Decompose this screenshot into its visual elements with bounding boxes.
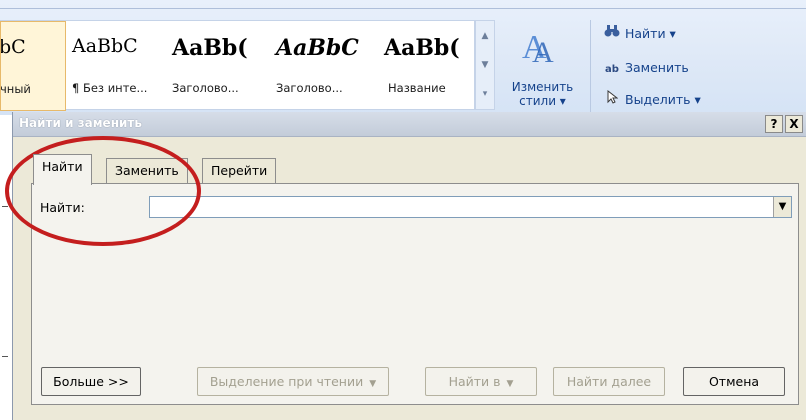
ribbon-select-button[interactable]: Выделить ▾ — [603, 89, 701, 110]
tab-find-label: Найти — [42, 159, 83, 174]
style-heading-2[interactable]: AaBbC Заголово... — [272, 21, 372, 111]
style-title[interactable]: AaBb( Название — [376, 21, 474, 111]
find-in-label: Найти в — [448, 374, 501, 389]
change-styles-icon: A A — [522, 29, 554, 66]
change-styles-label: Изменить стили ▾ — [500, 80, 585, 108]
gallery-scrollbar[interactable]: ▲ ▼ ▾ — [475, 20, 495, 110]
tab-goto-label: Перейти — [211, 163, 268, 178]
style-normal[interactable]: bC чный — [0, 21, 66, 111]
style-caption: ¶ Без инте... — [72, 81, 148, 95]
quick-styles-gallery: bC чный AaBbC ¶ Без инте... AaBb( Заголо… — [0, 20, 475, 111]
style-no-spacing[interactable]: AaBbC ¶ Без инте... — [68, 21, 164, 111]
change-styles-button[interactable]: A A Изменить стили ▾ — [500, 20, 585, 110]
reading-highlight-label: Выделение при чтении — [209, 374, 364, 389]
tab-goto[interactable]: Перейти — [202, 158, 277, 184]
change-styles-line1: Изменить — [511, 80, 574, 94]
gallery-down-icon[interactable]: ▼ — [478, 52, 492, 79]
more-button-label: Больше >> — [53, 374, 129, 389]
cancel-button[interactable]: Отмена — [683, 367, 785, 396]
style-preview: AaBbC — [72, 35, 138, 57]
chevron-down-icon[interactable]: ▼ — [773, 197, 791, 217]
cancel-button-label: Отмена — [708, 374, 760, 389]
style-heading-1[interactable]: AaBb( Заголово... — [168, 21, 268, 111]
style-caption: Заголово... — [172, 81, 239, 95]
tab-find[interactable]: Найти — [33, 154, 92, 185]
ruler-mark — [2, 206, 8, 207]
find-replace-dialog: Найти и заменить ? X Найти Заменить Пере… — [12, 112, 806, 420]
ribbon-replace-label: Заменить — [625, 60, 689, 75]
ruler-mark — [2, 356, 8, 357]
ribbon: bC чный AaBbC ¶ Без инте... AaBb( Заголо… — [0, 0, 806, 115]
gallery-expand-icon[interactable]: ▾ — [478, 81, 492, 108]
more-button[interactable]: Больше >> — [41, 367, 141, 396]
reading-highlight-button[interactable]: Выделение при чтении ▼ — [197, 367, 389, 396]
style-preview: AaBb( — [384, 35, 460, 61]
style-caption: Название — [388, 81, 446, 95]
dialog-title: Найти и заменить — [19, 116, 142, 130]
ribbon-select-label: Выделить ▾ — [625, 92, 701, 107]
editing-group: Найти ▾ ab Заменить Выделить ▾ — [595, 20, 805, 112]
dropdown-arrow-icon: ▼ — [506, 379, 514, 389]
ribbon-find-label: Найти ▾ — [625, 26, 676, 41]
replace-icon: ab — [605, 64, 619, 75]
style-caption: чный — [0, 82, 31, 96]
help-button[interactable]: ? — [765, 115, 783, 133]
group-separator — [590, 20, 591, 112]
find-next-label: Найти далее — [566, 374, 652, 389]
find-label: Найти: — [40, 200, 85, 215]
tab-replace-label: Заменить — [115, 163, 179, 178]
find-combobox[interactable]: ▼ — [149, 196, 792, 218]
svg-text:A: A — [532, 36, 554, 66]
find-in-button[interactable]: Найти в ▼ — [425, 367, 537, 396]
style-caption: Заголово... — [276, 81, 343, 95]
style-preview: AaBb( — [172, 35, 248, 61]
binoculars-icon — [603, 24, 621, 44]
style-preview: AaBbC — [276, 35, 359, 61]
style-preview: bC — [0, 36, 26, 58]
dropdown-arrow-icon: ▼ — [369, 379, 377, 389]
dialog-titlebar[interactable]: Найти и заменить ? X — [13, 112, 806, 137]
ribbon-top-border — [0, 8, 806, 9]
tab-replace[interactable]: Заменить — [106, 158, 188, 184]
ribbon-replace-button[interactable]: ab Заменить — [603, 58, 689, 78]
find-input[interactable] — [150, 197, 770, 217]
cursor-arrow-icon — [603, 89, 621, 110]
close-button[interactable]: X — [785, 115, 803, 133]
ribbon-find-button[interactable]: Найти ▾ — [603, 24, 676, 44]
change-styles-line2: стили ▾ — [519, 94, 566, 108]
find-next-button[interactable]: Найти далее — [553, 367, 665, 396]
gallery-up-icon[interactable]: ▲ — [478, 23, 492, 50]
